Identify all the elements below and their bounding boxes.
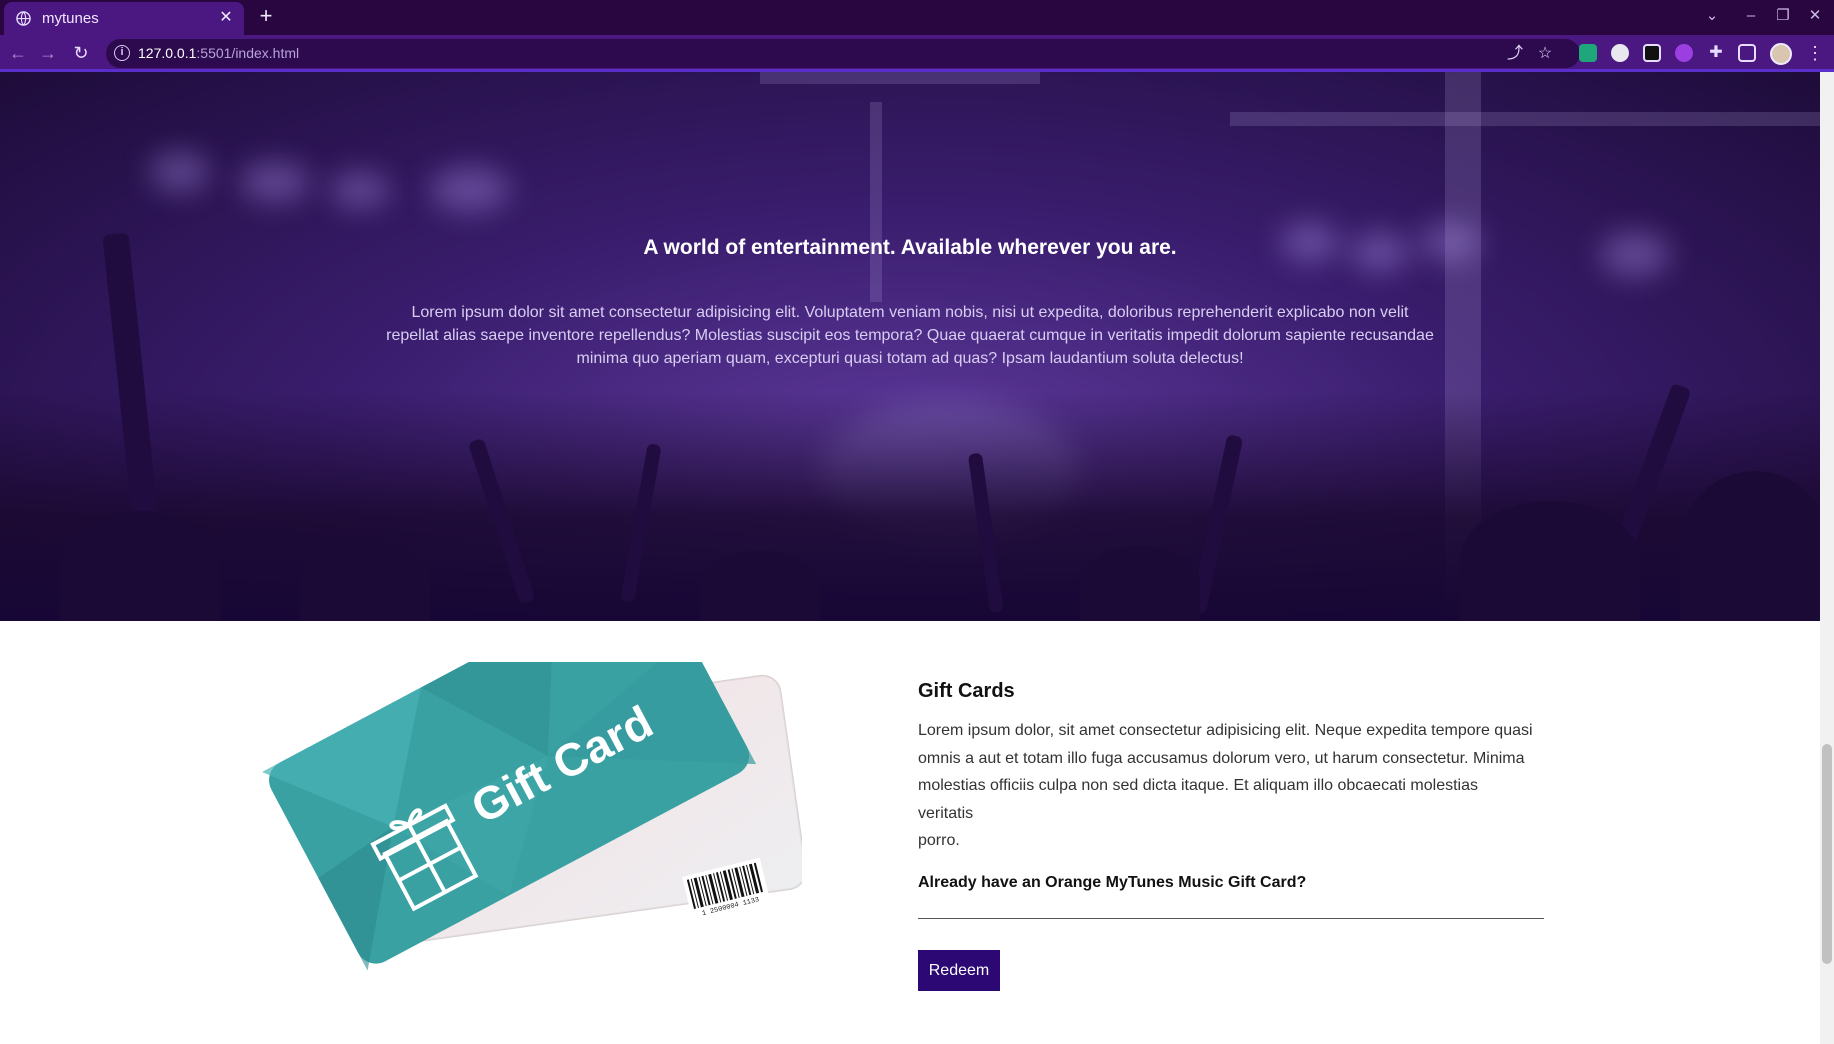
- gift-card-image: 1 2500004 1133 Gift Card: [262, 662, 802, 971]
- stage-light: [150, 152, 210, 192]
- address-bar[interactable]: i 127.0.0.1:5501/index.html ⤴ ☆: [106, 39, 1580, 68]
- crowd-head: [1080, 546, 1200, 621]
- site-info-icon[interactable]: i: [114, 45, 130, 61]
- minimize-icon[interactable]: –: [1741, 6, 1761, 26]
- stage-truss: [870, 102, 882, 302]
- hero-text: Lorem ipsum dolor sit amet consectetur a…: [386, 304, 1434, 367]
- description-line: Lorem ipsum dolor, sit amet consectetur …: [918, 722, 1533, 739]
- gift-cards-heading: Gift Cards: [918, 680, 1015, 702]
- hero-section: A world of entertainment. Available wher…: [0, 72, 1820, 621]
- reload-icon[interactable]: ↻: [69, 41, 93, 65]
- extension-download-icon[interactable]: [1675, 44, 1693, 62]
- tab-close-icon[interactable]: ✕: [218, 10, 234, 26]
- stage-truss: [760, 72, 1040, 84]
- back-arrow-icon[interactable]: ←: [6, 41, 30, 65]
- browser-tab[interactable]: mytunes ✕: [4, 2, 244, 35]
- globe-icon: [16, 11, 31, 26]
- crowd-head: [300, 541, 430, 621]
- url-path: :5501/index.html: [196, 45, 300, 61]
- tab-search-chevron-icon[interactable]: ⌄: [1702, 6, 1722, 26]
- restore-icon[interactable]: ❐: [1773, 6, 1793, 26]
- description-line: omnis a aut et totam illo fuga accusamus…: [918, 749, 1525, 767]
- page-scrollbar[interactable]: [1820, 72, 1834, 1044]
- hero-title: A world of entertainment. Available wher…: [643, 236, 1177, 259]
- crowd-head: [1680, 471, 1820, 621]
- extensions-puzzle-icon[interactable]: ✚: [1707, 44, 1725, 62]
- bookmark-star-icon[interactable]: ☆: [1536, 45, 1554, 63]
- redeem-button[interactable]: Redeem: [918, 950, 1000, 991]
- stage-light: [330, 172, 390, 208]
- browser-toolbar: ← → ↻ i 127.0.0.1:5501/index.html ⤴ ☆ ✚ …: [0, 35, 1834, 72]
- stage-light: [240, 162, 310, 202]
- side-panel-icon[interactable]: [1738, 44, 1756, 62]
- address-url[interactable]: 127.0.0.1:5501/index.html: [138, 45, 299, 61]
- url-host: 127.0.0.1: [138, 45, 197, 61]
- divider: [918, 918, 1544, 919]
- crowd-head: [60, 511, 220, 621]
- window-close-icon[interactable]: ✕: [1805, 6, 1825, 26]
- forward-arrow-icon[interactable]: →: [36, 41, 60, 65]
- crowd-head: [700, 551, 820, 621]
- extension-circle-icon[interactable]: [1611, 44, 1629, 62]
- gift-cards-description: Lorem ipsum dolor, sit amet consectetur …: [918, 717, 1548, 855]
- profile-avatar[interactable]: [1770, 43, 1792, 65]
- crowd-head: [1460, 501, 1640, 621]
- gift-card-question: Already have an Orange MyTunes Music Gif…: [918, 874, 1307, 891]
- stage-truss: [1230, 112, 1820, 126]
- stage-light: [430, 167, 510, 212]
- extension-mail-icon[interactable]: [1643, 44, 1661, 62]
- description-line: molestias officiis culpa non sed dicta i…: [918, 777, 1478, 794]
- scrollbar-thumb[interactable]: [1822, 744, 1832, 964]
- extension-green-icon[interactable]: [1579, 44, 1597, 62]
- browser-menu-icon[interactable]: ⋮: [1806, 43, 1824, 63]
- page-viewport: A world of entertainment. Available wher…: [0, 72, 1834, 1044]
- description-line: porro.: [918, 832, 960, 849]
- tab-title: mytunes: [42, 10, 99, 27]
- description-line: veritatis: [918, 804, 974, 822]
- new-tab-button[interactable]: +: [256, 5, 276, 27]
- browser-tab-strip: mytunes ✕ + ⌄ – ❐ ✕: [0, 0, 1834, 35]
- share-icon[interactable]: ⤴: [1506, 45, 1524, 63]
